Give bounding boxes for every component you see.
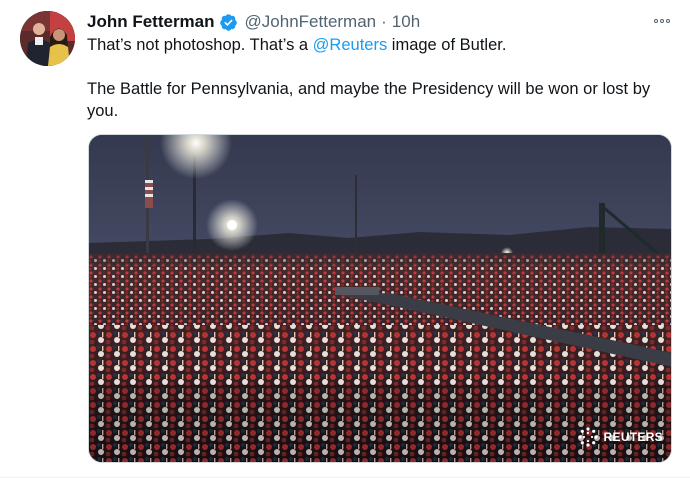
tweet-text-part: image of Butler. xyxy=(387,36,507,54)
tweet-text-line-2: The Battle for Pennsylvania, and maybe t… xyxy=(87,80,651,120)
tweet-timestamp[interactable]: 10h xyxy=(392,12,420,32)
reuters-watermark-text: REUTERS xyxy=(603,430,663,444)
avatar[interactable] xyxy=(20,11,75,66)
reuters-logo-icon xyxy=(577,427,598,447)
more-dot xyxy=(666,19,670,23)
reuters-watermark: REUTERS xyxy=(577,426,663,448)
tweet-text-part: That’s not photoshop. That’s a xyxy=(87,36,313,54)
avatar-photo xyxy=(20,11,75,66)
tweet-text: That’s not photoshop. That’s a @Reuters … xyxy=(87,34,677,122)
tweet[interactable]: John Fetterman @JohnFetterman · 10h That… xyxy=(0,0,690,478)
tweet-header: John Fetterman @JohnFetterman · 10h xyxy=(87,11,420,33)
more-horizontal-icon[interactable] xyxy=(650,12,674,30)
tweet-text-line-1: That’s not photoshop. That’s a @Reuters … xyxy=(87,34,677,56)
rally-crowd-photo xyxy=(89,135,671,462)
separator-dot: · xyxy=(381,12,387,31)
author-handle[interactable]: @JohnFetterman xyxy=(245,12,377,32)
mention-link-reuters[interactable]: @Reuters xyxy=(313,36,388,54)
more-dot xyxy=(654,19,658,23)
author-display-name[interactable]: John Fetterman xyxy=(87,12,215,32)
more-dot xyxy=(660,19,664,23)
tweet-media-photo[interactable]: REUTERS xyxy=(88,134,672,463)
verified-badge-icon xyxy=(219,13,238,32)
